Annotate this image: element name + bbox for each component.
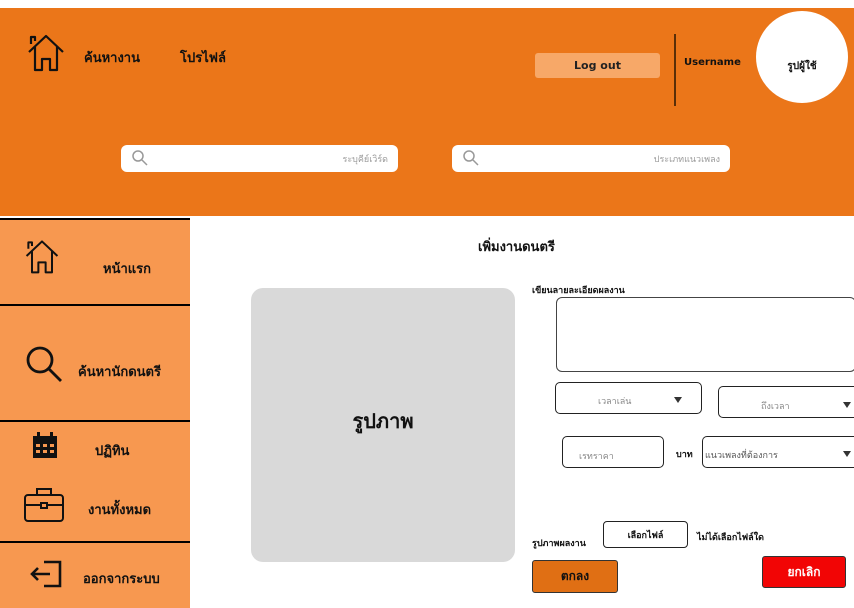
header-divider: [674, 34, 676, 106]
chevron-down-icon: [843, 402, 851, 408]
no-file-label: ไม่ได้เลือกไฟล์ใด: [697, 533, 764, 543]
cancel-button[interactable]: ยกเลิก: [762, 556, 846, 588]
ok-button[interactable]: ตกลง: [532, 560, 618, 593]
logout-icon[interactable]: [28, 558, 64, 590]
sidebar-item-home[interactable]: หน้าแรก: [103, 258, 151, 279]
search-icon[interactable]: [24, 344, 64, 384]
page-title: เพิ่มงานดนตรี: [478, 240, 555, 255]
end-time-placeholder: ถึงเวลา: [761, 402, 790, 412]
nav-profile[interactable]: โปรไฟล์: [180, 47, 226, 68]
home-icon[interactable]: [22, 236, 62, 276]
sidebar-divider: [0, 304, 190, 306]
start-time-placeholder: เวลาเล่น: [598, 397, 632, 407]
chevron-down-icon: [674, 397, 682, 403]
choose-file-button[interactable]: เลือกไฟล์: [603, 521, 688, 548]
search-icon: [132, 150, 148, 166]
genre-select[interactable]: แนวเพลงที่ต้องการ: [702, 436, 854, 468]
sidebar-item-logout[interactable]: ออกจากระบบ: [83, 568, 160, 589]
genre-search-placeholder: ประเภทแนวเพลง: [653, 155, 720, 165]
username-label: Username: [684, 57, 741, 68]
sidebar-divider: [0, 420, 190, 422]
logout-button[interactable]: Log out: [535, 53, 660, 78]
description-textarea[interactable]: [556, 297, 854, 372]
currency-label: บาท: [676, 450, 693, 460]
price-input[interactable]: เรทราคา: [562, 436, 664, 468]
sidebar-item-search-musician[interactable]: ค้นหานักดนตรี: [78, 361, 161, 382]
sidebar-divider: [0, 541, 190, 543]
genre-search-input[interactable]: ประเภทแนวเพลง: [452, 145, 730, 172]
end-time-select[interactable]: ถึงเวลา: [718, 386, 854, 418]
start-time-select[interactable]: เวลาเล่น: [555, 382, 702, 414]
image-placeholder-label: รูปภาพ: [352, 409, 414, 433]
search-icon: [463, 150, 479, 166]
genre-placeholder: แนวเพลงที่ต้องการ: [705, 451, 778, 461]
home-icon[interactable]: [24, 30, 68, 74]
calendar-icon[interactable]: [30, 430, 60, 460]
description-label: เขียนลายละเอียดผลงาน: [532, 286, 625, 296]
musician-search-input[interactable]: ระบุคีย์เวิร์ด: [121, 145, 398, 172]
sidebar-item-all-jobs[interactable]: งานทั้งหมด: [88, 499, 151, 520]
briefcase-icon[interactable]: [22, 484, 66, 524]
sidebar: [0, 218, 190, 608]
sidebar-item-calendar[interactable]: ปฏิทิน: [95, 440, 129, 461]
price-placeholder: เรทราคา: [579, 452, 614, 462]
nav-find-jobs[interactable]: ค้นหางาน: [84, 47, 140, 68]
top-header: [0, 8, 854, 216]
avatar[interactable]: รูปผู้ใช้: [756, 11, 848, 103]
musician-search-placeholder: ระบุคีย์เวิร์ด: [342, 155, 388, 165]
avatar-label: รูปผู้ใช้: [787, 61, 817, 72]
work-image-label: รูปภาพผลงาน: [532, 539, 586, 549]
chevron-down-icon: [843, 451, 851, 457]
